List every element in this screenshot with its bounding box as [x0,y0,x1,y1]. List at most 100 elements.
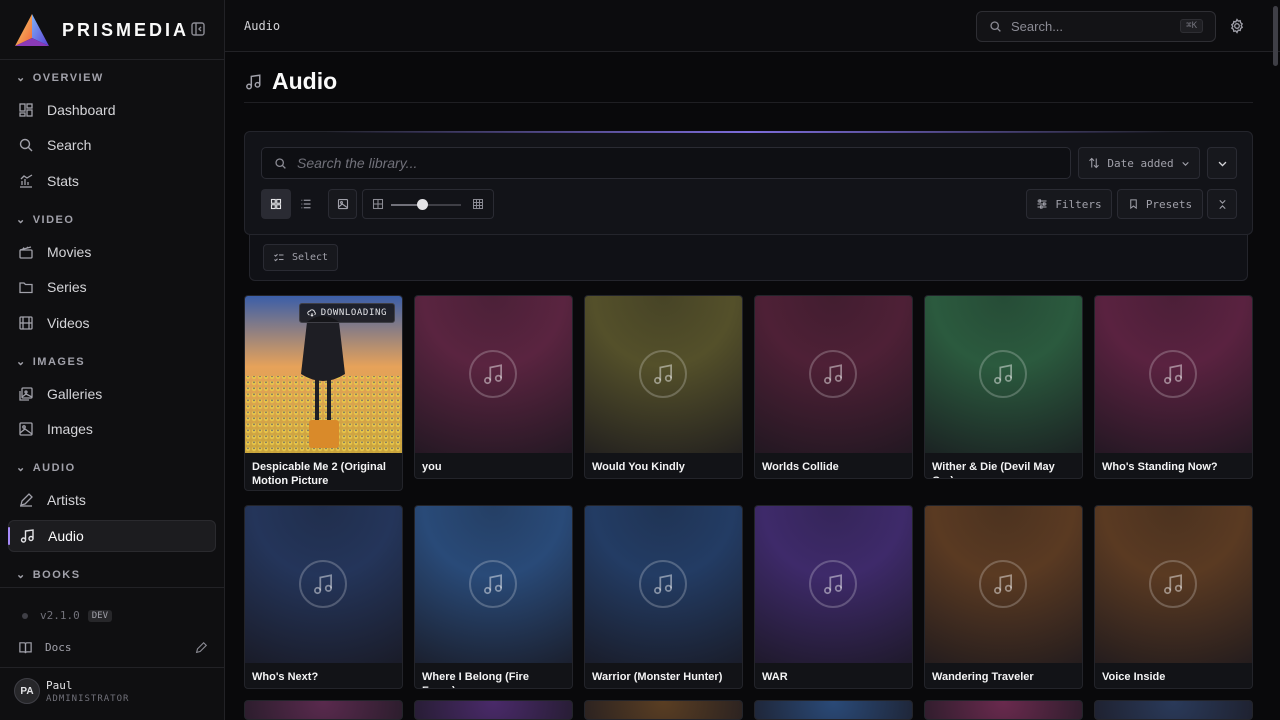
divider [0,667,224,668]
brand[interactable]: PRISMEDIA [14,12,189,48]
audio-card[interactable]: you [414,295,573,479]
audio-placeholder-icon [809,350,857,398]
audio-card[interactable] [414,700,573,720]
audio-card[interactable]: DOWNLOADING Despicable Me 2 (Original Mot… [244,295,403,491]
audio-card[interactable] [1094,700,1253,720]
sort-label: Date added [1107,156,1174,170]
audio-card[interactable]: Who's Standing Now? [1094,295,1253,479]
audio-card[interactable]: Would You Kindly [584,295,743,479]
slider-handle[interactable] [417,199,428,210]
edit-icon[interactable] [194,641,208,655]
sidebar-item-label: Movies [47,244,92,260]
audio-card[interactable] [924,700,1083,720]
music-note-icon [20,529,34,543]
sidebar-item-series[interactable]: Series [8,271,216,303]
section-video[interactable]: ⌄ VIDEO [16,213,74,227]
collapse-sidebar-icon[interactable] [190,21,206,37]
docs-link[interactable]: Docs [18,640,208,655]
sort-icon [1089,157,1100,169]
card-title: Wither & Die (Devil May Cry) [932,461,1055,478]
sidebar-item-videos[interactable]: Videos [8,307,216,339]
sidebar-item-search[interactable]: Search [8,129,216,161]
sidebar-item-stats[interactable]: Stats [8,165,216,197]
dev-badge: DEV [87,609,113,622]
section-images[interactable]: ⌄ IMAGES [16,355,85,369]
audio-card[interactable] [754,700,913,720]
cloud-download-icon [307,309,316,317]
card-title: Warrior (Monster Hunter) [592,671,723,683]
section-overview[interactable]: ⌄ OVERVIEW [16,71,104,85]
card-title: WAR [762,671,788,683]
list-view-button[interactable] [291,189,321,219]
sidebar-item-artists[interactable]: Artists [8,484,216,516]
scrollbar[interactable] [1273,6,1278,66]
filters-button[interactable]: Filters [1026,189,1112,219]
panel-accent [325,131,1172,133]
chevron-down-icon: ⌄ [16,72,27,84]
audio-placeholder-icon [639,560,687,608]
cover-art [245,506,402,663]
user-name: Paul [46,678,73,692]
dashboard-icon [19,103,33,117]
library-search-field[interactable] [261,147,1071,179]
sidebar-item-label: Stats [47,173,79,189]
sidebar-item-galleries[interactable]: Galleries [8,378,216,410]
cover-art: DOWNLOADING [245,296,402,453]
music-note-icon [1164,574,1182,595]
audio-card[interactable] [244,700,403,720]
topbar: Audio Search... ⌘K [225,0,1280,66]
sort-dropdown[interactable]: Date added [1078,147,1200,179]
sidebar-item-label: Search [47,137,92,153]
view-mode-switch [261,189,321,219]
small-grid-icon [372,198,384,210]
cover-art [415,296,572,453]
sidebar-item-dashboard[interactable]: Dashboard [8,94,216,126]
section-audio[interactable]: ⌄ AUDIO [16,461,76,475]
sidebar-item-audio[interactable]: Audio [8,520,216,552]
folder-icon [19,282,33,294]
audio-card[interactable]: Wandering Traveler [924,505,1083,689]
global-search-placeholder: Search... [1011,19,1064,34]
music-note-icon [824,364,842,385]
presets-button[interactable]: Presets [1117,189,1203,219]
music-note-icon [824,574,842,595]
select-label: Select [291,252,329,263]
music-note-icon [1164,364,1182,385]
version-label: v2.1.0 [40,609,80,622]
film-icon [19,316,33,330]
user-menu[interactable]: PA Paul ADMINISTRATOR [14,678,129,704]
gear-icon[interactable] [1229,18,1245,34]
sidebar-item-movies[interactable]: Movies [8,236,216,268]
sidebar-item-images[interactable]: Images [8,413,216,445]
sidebar-item-label: Videos [47,315,90,331]
audio-card[interactable]: Worlds Collide [754,295,913,479]
image-view-button[interactable] [328,189,357,219]
audio-card[interactable]: Warrior (Monster Hunter) [584,505,743,689]
audio-card[interactable]: Voice Inside [1094,505,1253,689]
cover-art [755,506,912,663]
audio-placeholder-icon [639,350,687,398]
sort-direction-button[interactable] [1207,147,1237,179]
audio-card[interactable]: Who's Next? [244,505,403,689]
audio-card[interactable]: Wither & Die (Devil May Cry) [924,295,1083,479]
audio-card[interactable]: WAR [754,505,913,689]
breadcrumb[interactable]: Audio [244,19,280,33]
collapse-toolbar-button[interactable] [1207,189,1237,219]
global-search[interactable]: Search... ⌘K [976,11,1216,42]
card-title: Would You Kindly [592,461,685,473]
grid-view-button[interactable] [261,189,291,219]
audio-card[interactable] [584,700,743,720]
chevron-down-icon: ⌄ [16,214,27,226]
section-books[interactable]: ⌄ BOOKS [16,568,81,582]
bookmark-icon [1130,199,1137,210]
chevron-down-icon: ⌄ [16,462,27,474]
movies-icon [19,246,33,259]
card-size-slider[interactable] [362,189,494,219]
library-toolbar: Date added Filters Presets [244,131,1253,235]
audio-placeholder-icon [299,560,347,608]
audio-card[interactable]: Where I Belong (Fire Force) [414,505,573,689]
sidebar: PRISMEDIA ⌄ OVERVIEW Dashboard Search Sta… [0,0,225,720]
select-button[interactable]: Select [263,244,338,271]
library-search-input[interactable] [297,155,1057,171]
cover-art [415,506,572,663]
